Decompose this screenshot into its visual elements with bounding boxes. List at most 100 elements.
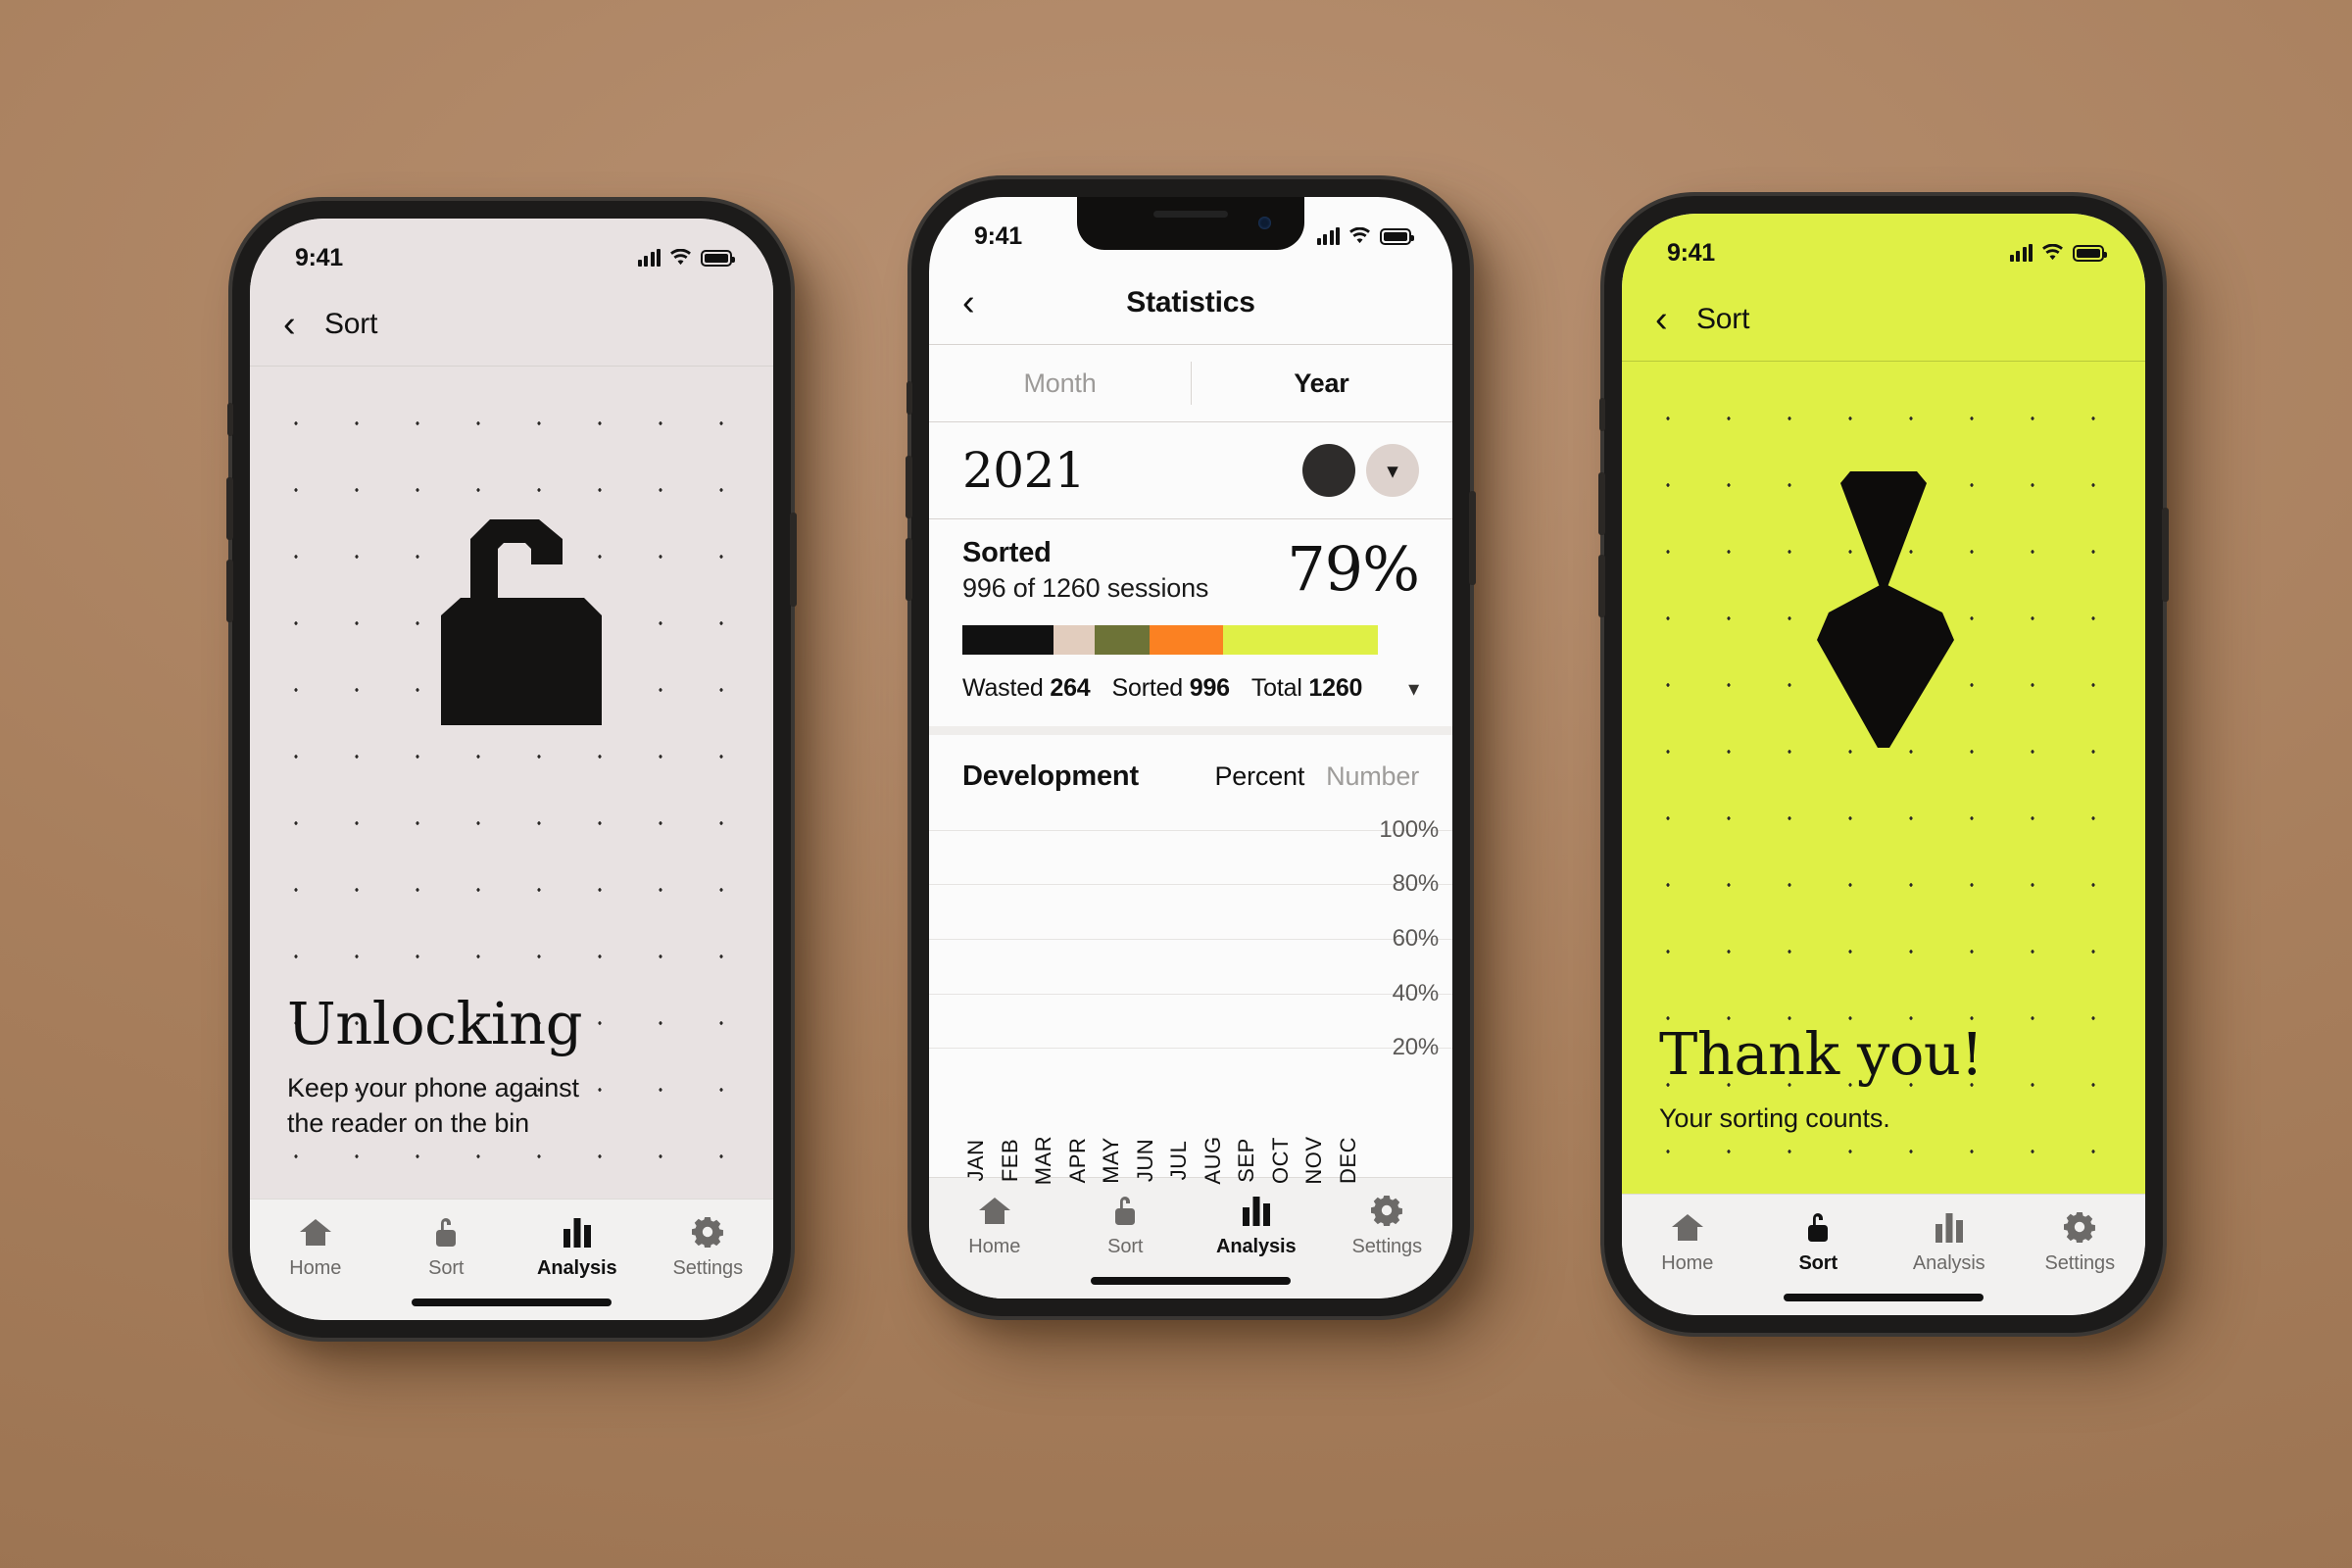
power-button[interactable] bbox=[2162, 508, 2169, 602]
power-button[interactable] bbox=[1469, 491, 1476, 585]
tab-sort[interactable]: Sort bbox=[381, 1215, 513, 1280]
chevron-left-icon[interactable]: ‹ bbox=[283, 306, 317, 343]
volume-up-button[interactable] bbox=[906, 456, 912, 518]
bar-column[interactable]: JAN bbox=[962, 810, 991, 1181]
bar-column[interactable]: OCT bbox=[1267, 810, 1296, 1184]
volume-up-button[interactable] bbox=[1598, 472, 1605, 535]
tab-analysis-label: Analysis bbox=[1216, 1236, 1297, 1257]
toggle-percent[interactable]: Percent bbox=[1215, 761, 1305, 792]
x-tick-label: JUL bbox=[1166, 1140, 1192, 1181]
bar-column[interactable]: NOV bbox=[1300, 810, 1329, 1184]
tab-analysis[interactable]: Analysis bbox=[1884, 1210, 2015, 1275]
tab-settings-label: Settings bbox=[672, 1257, 744, 1279]
legend-wasted-name: Wasted bbox=[962, 674, 1044, 702]
home-indicator[interactable] bbox=[412, 1298, 612, 1306]
bar-column[interactable]: APR bbox=[1064, 810, 1093, 1184]
summary-legend: Wasted 264 Sorted 996 Total 1260 ▾ bbox=[962, 674, 1419, 703]
status-time: 9:41 bbox=[1667, 238, 1715, 267]
bar-column[interactable]: AUG bbox=[1200, 810, 1228, 1184]
gear-icon bbox=[692, 1215, 724, 1249]
tab-home-label: Home bbox=[1661, 1252, 1714, 1274]
x-tick-label: MAR bbox=[1031, 1135, 1056, 1186]
nav-title: Sort bbox=[324, 308, 378, 340]
segment-month[interactable]: Month bbox=[929, 368, 1191, 399]
chart-axis-column: 20% 40% 60% 80% 100% bbox=[1362, 810, 1452, 1177]
tab-settings[interactable]: Settings bbox=[643, 1215, 774, 1280]
phone-statistics: 9:41 ‹ Statistics Month Year 2021 ▾ Sort… bbox=[906, 179, 1476, 1316]
cellular-signal-icon bbox=[637, 249, 661, 267]
tab-analysis-label: Analysis bbox=[1912, 1252, 1985, 1274]
volume-up-button[interactable] bbox=[226, 477, 233, 540]
cellular-signal-icon bbox=[2009, 244, 2033, 262]
silent-switch[interactable] bbox=[227, 403, 233, 436]
tab-home[interactable]: Home bbox=[1622, 1210, 1753, 1275]
summary-bar-segment-0 bbox=[962, 625, 1054, 655]
home-indicator[interactable] bbox=[1784, 1294, 1984, 1301]
nav-bar: ‹ Sort bbox=[250, 283, 773, 366]
silent-switch[interactable] bbox=[1599, 398, 1605, 431]
open-padlock-icon bbox=[416, 500, 608, 730]
page-title: Thank you! bbox=[1659, 1020, 1984, 1089]
volume-down-button[interactable] bbox=[906, 538, 912, 601]
bar-column[interactable]: DEC bbox=[1335, 810, 1363, 1184]
legend-sorted-name: Sorted bbox=[1111, 674, 1184, 702]
toggle-number[interactable]: Number bbox=[1326, 761, 1419, 792]
y-tick-label-100: 100% bbox=[1379, 815, 1439, 843]
x-tick-label: AUG bbox=[1200, 1136, 1225, 1185]
home-icon bbox=[978, 1194, 1011, 1227]
phone-unlocking: 9:41 ‹ Sort Unlocking Keep your phone ag… bbox=[226, 201, 797, 1338]
page-subtitle: Your sorting counts. bbox=[1659, 1103, 1890, 1134]
x-tick-label: JUN bbox=[1132, 1138, 1157, 1183]
home-indicator[interactable] bbox=[1091, 1277, 1291, 1285]
tab-analysis[interactable]: Analysis bbox=[1191, 1194, 1322, 1258]
tab-bar: Home Sort Analysis Settings bbox=[250, 1199, 773, 1320]
summary-label: Sorted bbox=[962, 537, 1052, 568]
tab-sort[interactable]: Sort bbox=[1060, 1194, 1192, 1258]
battery-icon bbox=[701, 249, 735, 267]
tab-settings[interactable]: Settings bbox=[2015, 1210, 2146, 1275]
tab-sort-label: Sort bbox=[428, 1257, 465, 1279]
y-tick-label-80: 80% bbox=[1392, 870, 1440, 898]
tab-settings[interactable]: Settings bbox=[1322, 1194, 1453, 1258]
legend-sorted: Sorted 996 bbox=[1111, 674, 1231, 703]
tab-analysis-label: Analysis bbox=[537, 1257, 617, 1279]
bar-column[interactable]: JUN bbox=[1132, 810, 1160, 1182]
wifi-icon bbox=[2042, 244, 2063, 261]
bar-column[interactable]: SEP bbox=[1233, 810, 1261, 1183]
volume-down-button[interactable] bbox=[226, 560, 233, 622]
year-value: 2021 bbox=[962, 442, 1086, 499]
chevron-left-icon[interactable]: ‹ bbox=[1655, 301, 1689, 338]
summary-sub: 996 of 1260 sessions bbox=[962, 573, 1209, 603]
tab-analysis[interactable]: Analysis bbox=[512, 1215, 643, 1280]
x-tick-label: JAN bbox=[963, 1139, 989, 1182]
power-button[interactable] bbox=[790, 513, 797, 607]
summary-text: Sorted 996 of 1260 sessions bbox=[962, 537, 1208, 604]
chevron-down-icon[interactable]: ▾ bbox=[1366, 444, 1419, 497]
x-tick-label: APR bbox=[1064, 1137, 1090, 1184]
y-tick-label-20: 20% bbox=[1392, 1034, 1440, 1061]
bar-column[interactable]: MAR bbox=[1030, 810, 1058, 1185]
segment-year[interactable]: Year bbox=[1191, 368, 1452, 399]
color-swatch-dot[interactable] bbox=[1302, 444, 1355, 497]
wifi-icon bbox=[1349, 227, 1370, 244]
tab-home[interactable]: Home bbox=[250, 1215, 381, 1280]
summary-bar-segment-2 bbox=[1095, 625, 1151, 655]
bar-column[interactable]: MAY bbox=[1098, 810, 1126, 1184]
page-title: Statistics bbox=[1126, 286, 1255, 318]
silent-switch[interactable] bbox=[906, 381, 912, 415]
bar-column[interactable]: JUL bbox=[1165, 810, 1194, 1181]
volume-down-button[interactable] bbox=[1598, 555, 1605, 617]
bar-column[interactable]: FEB bbox=[997, 810, 1025, 1182]
phone3-content: Thank you! Your sorting counts. bbox=[1622, 362, 2145, 1194]
year-selector-row: 2021 ▾ bbox=[929, 422, 1452, 518]
legend-wasted: Wasted 264 bbox=[962, 674, 1091, 703]
period-segmented-control[interactable]: Month Year bbox=[929, 345, 1452, 421]
bar-chart-icon bbox=[1242, 1194, 1271, 1227]
development-title: Development bbox=[962, 760, 1139, 792]
summary-head: Sorted 996 of 1260 sessions 79% bbox=[962, 537, 1420, 604]
chevron-down-icon[interactable]: ▾ bbox=[1408, 676, 1419, 702]
tab-home[interactable]: Home bbox=[929, 1194, 1060, 1258]
page-subtitle: Keep your phone against the reader on th… bbox=[287, 1072, 579, 1139]
chevron-left-icon[interactable]: ‹ bbox=[962, 284, 996, 321]
tab-sort[interactable]: Sort bbox=[1753, 1210, 1885, 1275]
